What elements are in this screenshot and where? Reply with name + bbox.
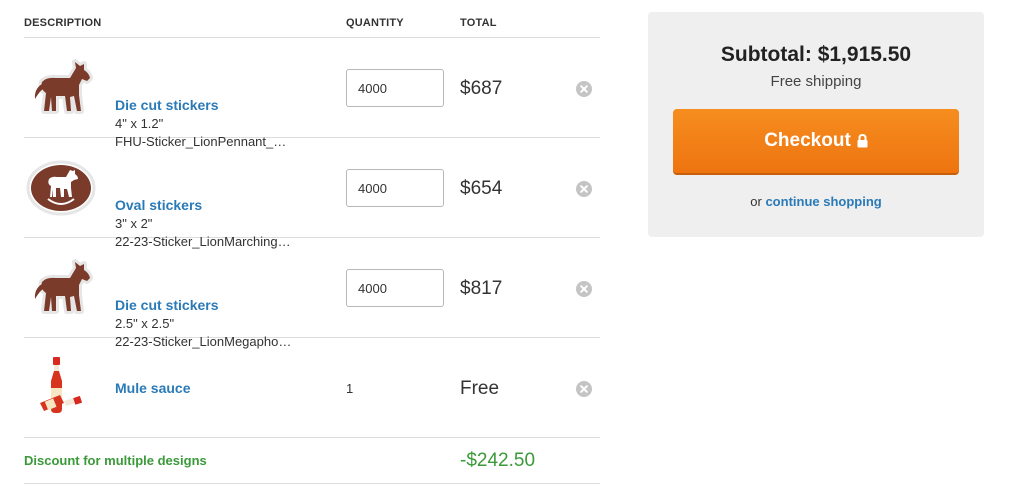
item-name-link[interactable]: Die cut stickers bbox=[115, 97, 219, 113]
continue-shopping-link[interactable]: continue shopping bbox=[765, 194, 881, 209]
cart-row: Die cut stickers 2.5" x 2.5" 22-23-Stick… bbox=[24, 238, 600, 349]
item-size: 2.5" x 2.5" bbox=[115, 316, 175, 331]
item-name-link[interactable]: Die cut stickers bbox=[115, 297, 219, 313]
discount-row: Discount for multiple designs -$242.50 bbox=[24, 438, 600, 484]
continue-prefix: or bbox=[750, 194, 762, 209]
mule-die-cut-sticker-icon bbox=[26, 55, 96, 121]
remove-item-icon[interactable] bbox=[576, 381, 592, 397]
remove-item-icon[interactable] bbox=[576, 81, 592, 97]
cart-row: Mule sauce 1 Free bbox=[24, 338, 600, 438]
mule-oval-sticker-icon bbox=[26, 155, 96, 221]
hot-sauce-bottle-icon bbox=[26, 355, 96, 421]
continue-shopping-line: or continue shopping bbox=[648, 194, 984, 209]
item-size: 3" x 2" bbox=[115, 216, 153, 231]
quantity-input[interactable] bbox=[346, 269, 444, 307]
item-price: $817 bbox=[460, 278, 503, 299]
discount-label: Discount for multiple designs bbox=[24, 453, 207, 468]
shipping-note: Free shipping bbox=[770, 73, 862, 90]
checkout-label: Checkout bbox=[764, 130, 851, 151]
cart-table: DESCRIPTION QUANTITY TOTAL Die cut stick… bbox=[24, 0, 600, 484]
order-summary-panel: Subtotal: $1,915.50 Free shipping Checko… bbox=[648, 12, 984, 237]
quantity-value: 1 bbox=[346, 381, 354, 396]
total-column-header: TOTAL bbox=[460, 17, 497, 29]
cart-row: Oval stickers 3" x 2" 22-23-Sticker_Lion… bbox=[24, 138, 600, 249]
item-price: Free bbox=[460, 378, 500, 399]
cart-row: Die cut stickers 4" x 1.2" FHU-Sticker_L… bbox=[24, 38, 600, 149]
lock-icon bbox=[857, 134, 868, 148]
mule-die-cut-sticker-icon bbox=[26, 255, 96, 321]
item-name-link[interactable]: Oval stickers bbox=[115, 197, 202, 213]
remove-item-icon[interactable] bbox=[576, 281, 592, 297]
discount-value: -$242.50 bbox=[460, 450, 536, 471]
quantity-input[interactable] bbox=[346, 69, 444, 107]
item-price: $687 bbox=[460, 78, 503, 99]
item-name-link[interactable]: Mule sauce bbox=[115, 380, 190, 396]
item-size: 4" x 1.2" bbox=[115, 116, 164, 131]
description-column-header: DESCRIPTION bbox=[24, 17, 102, 29]
quantity-input[interactable] bbox=[346, 169, 444, 207]
remove-item-icon[interactable] bbox=[576, 181, 592, 197]
item-price: $654 bbox=[460, 178, 503, 199]
checkout-button[interactable]: Checkout bbox=[673, 109, 959, 175]
quantity-column-header: QUANTITY bbox=[346, 17, 404, 29]
subtotal: Subtotal: $1,915.50 bbox=[720, 43, 912, 66]
cart-header: DESCRIPTION QUANTITY TOTAL bbox=[24, 0, 600, 38]
